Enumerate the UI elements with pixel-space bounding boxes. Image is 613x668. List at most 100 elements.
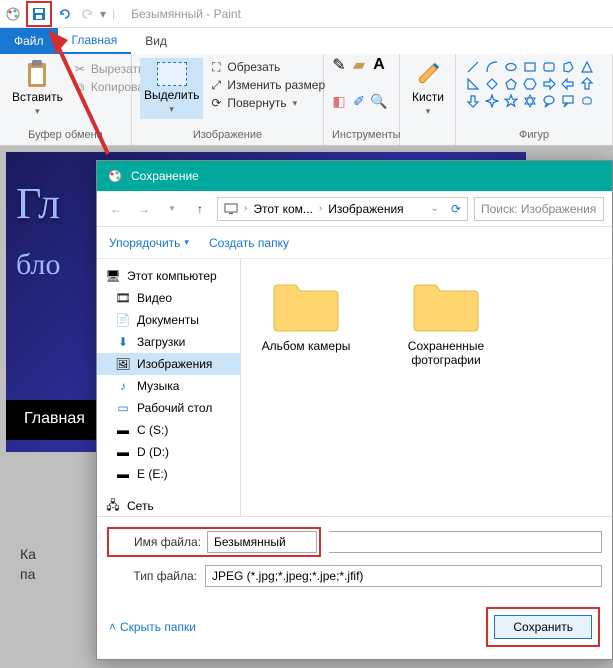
tree-pictures[interactable]: 🖼Изображения bbox=[97, 353, 240, 375]
nav-up-icon[interactable]: ↑ bbox=[189, 198, 211, 220]
shape-arrow-up-icon[interactable] bbox=[580, 77, 596, 91]
tree-drive-c[interactable]: ▬C (S:) bbox=[97, 419, 240, 441]
shape-polygon-icon[interactable] bbox=[561, 60, 577, 74]
drive-icon: ▬ bbox=[115, 422, 131, 438]
rotate-button[interactable]: ⟳Повернуть▾ bbox=[209, 96, 325, 110]
ribbon-tabs: Файл Главная Вид bbox=[0, 28, 613, 54]
shape-oval-icon[interactable] bbox=[504, 60, 520, 74]
breadcrumb-folder[interactable]: Изображения bbox=[328, 202, 403, 216]
shape-line-icon[interactable] bbox=[466, 60, 482, 74]
filetype-label: Тип файла: bbox=[107, 569, 197, 583]
shape-rect-icon[interactable] bbox=[523, 60, 539, 74]
paint-app-icon bbox=[107, 168, 123, 184]
brush-icon bbox=[414, 60, 442, 88]
shape-right-triangle-icon[interactable] bbox=[466, 77, 482, 91]
clipboard-icon bbox=[23, 60, 51, 88]
breadcrumb-thispc[interactable]: Этот ком... bbox=[253, 202, 313, 216]
shape-triangle-icon[interactable] bbox=[580, 60, 596, 74]
shape-arrow-right-icon[interactable] bbox=[542, 77, 558, 91]
breadcrumb-dropdown-icon[interactable]: ⌄ bbox=[431, 203, 439, 214]
rotate-icon: ⟳ bbox=[209, 96, 223, 110]
save-button[interactable]: Сохранить bbox=[494, 615, 592, 639]
image-group-label: Изображение bbox=[140, 129, 315, 141]
tree-drive-e[interactable]: ▬E (E:) bbox=[97, 463, 240, 485]
zoom-icon[interactable]: 🔍 bbox=[372, 94, 386, 108]
undo-icon[interactable] bbox=[56, 5, 74, 23]
hide-folders-button[interactable]: ˄ Скрыть папки bbox=[109, 620, 196, 634]
brushes-button[interactable]: Кисти ▾ bbox=[408, 58, 448, 119]
shape-4star-icon[interactable] bbox=[485, 94, 501, 108]
folder-saved[interactable]: Сохраненные фотографии bbox=[391, 277, 501, 367]
monitor-icon: 🖥 bbox=[105, 268, 121, 284]
new-folder-button[interactable]: Создать папку bbox=[209, 236, 289, 250]
drive-icon: ▬ bbox=[115, 444, 131, 460]
shape-arrow-left-icon[interactable] bbox=[561, 77, 577, 91]
download-icon: ⬇ bbox=[115, 334, 131, 350]
shape-arrow-down-icon[interactable] bbox=[466, 94, 482, 108]
tree-drive-d[interactable]: ▬D (D:) bbox=[97, 441, 240, 463]
shape-curve-icon[interactable] bbox=[485, 60, 501, 74]
tree-documents[interactable]: 📄Документы bbox=[97, 309, 240, 331]
video-icon: 🎞 bbox=[115, 290, 131, 306]
picker-icon[interactable]: ✐ bbox=[352, 94, 366, 108]
save-button-highlight: Сохранить bbox=[486, 607, 600, 647]
tree-music[interactable]: ♪Музыка bbox=[97, 375, 240, 397]
tree-downloads[interactable]: ⬇Загрузки bbox=[97, 331, 240, 353]
copy-icon: ⧉ bbox=[73, 80, 87, 94]
shape-callout-cloud-icon[interactable] bbox=[580, 94, 596, 108]
shape-diamond-icon[interactable] bbox=[485, 77, 501, 91]
save-icon[interactable] bbox=[30, 5, 48, 23]
chevron-up-icon: ˄ bbox=[109, 620, 116, 634]
dialog-title-bar[interactable]: Сохранение bbox=[97, 161, 612, 191]
filename-label: Имя файла: bbox=[111, 535, 201, 549]
tree-desktop[interactable]: ▭Рабочий стол bbox=[97, 397, 240, 419]
resize-button[interactable]: ⤢Изменить размер bbox=[209, 78, 325, 92]
breadcrumb[interactable]: › Этот ком... › Изображения ⌄ ⟳ bbox=[217, 197, 468, 221]
refresh-icon[interactable]: ⟳ bbox=[451, 202, 461, 216]
folder-camera[interactable]: Альбом камеры bbox=[251, 277, 361, 353]
select-icon bbox=[157, 62, 187, 86]
shape-pentagon-icon[interactable] bbox=[504, 77, 520, 91]
select-button[interactable]: Выделить ▾ bbox=[140, 58, 203, 119]
tree-videos[interactable]: 🎞Видео bbox=[97, 287, 240, 309]
crop-icon: ⛶ bbox=[209, 60, 223, 74]
tree-network[interactable]: 🖧Сеть bbox=[97, 495, 240, 516]
fill-icon[interactable]: ▰ bbox=[352, 58, 366, 72]
nav-tree[interactable]: 🖥 Этот компьютер 🎞Видео 📄Документы ⬇Загр… bbox=[97, 259, 241, 516]
eraser-icon[interactable]: ◧ bbox=[332, 94, 346, 108]
paste-button[interactable]: Вставить ▾ bbox=[8, 58, 67, 119]
nav-back-icon: ← bbox=[105, 198, 127, 220]
desktop-icon: ▭ bbox=[115, 400, 131, 416]
shape-hexagon-icon[interactable] bbox=[523, 77, 539, 91]
shape-callout-rect-icon[interactable] bbox=[561, 94, 577, 108]
tab-home[interactable]: Главная bbox=[58, 28, 132, 54]
filetype-select[interactable]: JPEG (*.jpg;*.jpeg;*.jpe;*.jfif) bbox=[205, 565, 602, 587]
dialog-title: Сохранение bbox=[131, 169, 199, 183]
title-bar: ▾ | Безымянный - Paint bbox=[0, 0, 613, 28]
drive-icon: ▬ bbox=[115, 466, 131, 482]
nav-dropdown-icon[interactable]: ▾ bbox=[161, 198, 183, 220]
search-input[interactable]: Поиск: Изображения bbox=[474, 197, 604, 221]
tools-group-label: Инструменты bbox=[332, 129, 391, 141]
tab-view[interactable]: Вид bbox=[131, 28, 181, 54]
canvas-text-2: бло bbox=[16, 248, 61, 282]
shape-6star-icon[interactable] bbox=[523, 94, 539, 108]
music-icon: ♪ bbox=[115, 378, 131, 394]
tab-file[interactable]: Файл bbox=[0, 28, 58, 54]
dialog-nav: ← → ▾ ↑ › Этот ком... › Изображения ⌄ ⟳ … bbox=[97, 191, 612, 227]
shapes-gallery[interactable] bbox=[464, 58, 598, 110]
shapes-group-label: Фигур bbox=[464, 129, 604, 141]
pencil-icon[interactable]: ✎ bbox=[332, 58, 346, 72]
shape-roundrect-icon[interactable] bbox=[542, 60, 558, 74]
filename-input[interactable]: Безымянный bbox=[207, 531, 317, 553]
shape-callout-round-icon[interactable] bbox=[542, 94, 558, 108]
shape-5star-icon[interactable] bbox=[504, 94, 520, 108]
organize-button[interactable]: Упорядочить ▾ bbox=[109, 236, 189, 250]
filename-input-ext[interactable] bbox=[329, 531, 602, 553]
canvas-below-2: па bbox=[20, 566, 35, 582]
file-list[interactable]: Альбом камеры Сохраненные фотографии bbox=[241, 259, 612, 516]
tree-this-pc[interactable]: 🖥 Этот компьютер bbox=[97, 265, 240, 287]
text-icon[interactable]: A bbox=[372, 58, 386, 72]
canvas-text-1: Гл bbox=[16, 178, 60, 229]
crop-button[interactable]: ⛶Обрезать bbox=[209, 60, 325, 74]
